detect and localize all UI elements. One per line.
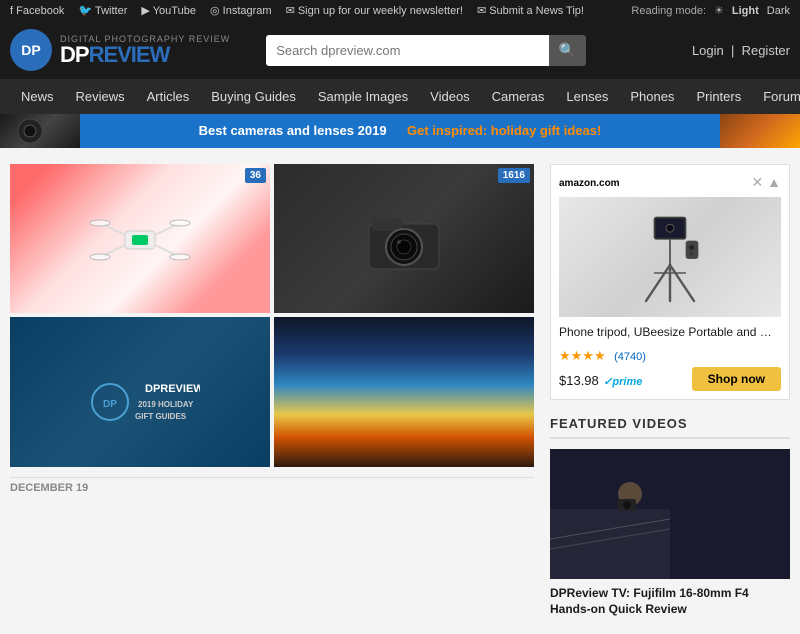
top-bar: f Facebook 🐦 Twitter ▶ YouTube ◎ Instagr… — [0, 0, 800, 21]
ad-price-area: $13.98 ✓prime — [559, 372, 642, 390]
comment-count-badge: 36 — [245, 168, 266, 183]
article-image-landscape — [274, 317, 534, 466]
news-tip-link[interactable]: ✉ Submit a News Tip! — [477, 4, 584, 17]
rating-count: (4740) — [614, 351, 646, 363]
banner-text-orange: Get inspired: holiday gift ideas! — [407, 123, 601, 138]
banner-image-right — [720, 114, 800, 148]
news-icon: ✉ — [477, 5, 486, 17]
ad-close-button[interactable]: ✕ ▲ — [752, 174, 781, 191]
article-image-drone: 36 — [10, 164, 270, 313]
youtube-icon: ▶ — [141, 5, 149, 17]
featured-video-thumbnail[interactable]: ▶ — [550, 449, 790, 579]
svg-text:2019 HOLIDAY: 2019 HOLIDAY — [138, 400, 194, 409]
nav-phones[interactable]: Phones — [619, 79, 685, 114]
twitter-link[interactable]: 🐦 Twitter — [78, 4, 127, 17]
dark-mode-button[interactable]: Dark — [767, 5, 790, 17]
logo-text: DIGITAL PHOTOGRAPHY REVIEW DPREVIEW — [60, 35, 230, 66]
promo-banner[interactable]: Best cameras and lenses 2019 Get inspire… — [0, 114, 800, 148]
reading-mode: Reading mode: ☀ Light Dark — [631, 4, 790, 17]
article-card[interactable]: 36 OPINION Gear of the Year 2019 – Dan's… — [10, 164, 270, 313]
amazon-ad: amazon.com ✕ ▲ — [550, 164, 790, 400]
nav-sample-images[interactable]: Sample Images — [307, 79, 419, 114]
login-link[interactable]: Login — [692, 43, 724, 58]
light-mode-button[interactable]: Light — [732, 5, 759, 17]
register-link[interactable]: Register — [742, 43, 790, 58]
nav-printers[interactable]: Printers — [685, 79, 752, 114]
nav-news[interactable]: News — [10, 79, 65, 114]
instagram-icon: ◎ — [210, 5, 220, 17]
ad-rating: ★★★★ (4740) — [559, 347, 781, 365]
youtube-link[interactable]: ▶ YouTube — [141, 4, 196, 17]
header-auth: Login | Register — [692, 43, 790, 58]
article-card[interactable]: DP DPREVIEW 2019 HOLIDAY GIFT GUIDES 201… — [10, 317, 270, 466]
date-label: DECEMBER 19 — [10, 477, 534, 498]
nav-buying-guides[interactable]: Buying Guides — [200, 79, 307, 114]
article-grid: 36 OPINION Gear of the Year 2019 – Dan's… — [10, 164, 534, 467]
reading-mode-label: Reading mode: — [631, 5, 706, 17]
nav-lenses[interactable]: Lenses — [555, 79, 619, 114]
main-nav: News Reviews Articles Buying Guides Samp… — [0, 79, 800, 114]
featured-videos-title: FEATURED VIDEOS — [550, 416, 790, 439]
sidebar: amazon.com ✕ ▲ — [550, 164, 790, 618]
svg-text:DPREVIEW: DPREVIEW — [145, 383, 200, 395]
article-section: 36 OPINION Gear of the Year 2019 – Dan's… — [10, 164, 534, 618]
email-icon: ✉ — [286, 5, 295, 17]
comment-count-badge: 1616 — [498, 168, 530, 183]
article-image-camera: 1616 — [274, 164, 534, 313]
article-card[interactable]: 1616 CAMERA REVIEW Nikon Z50 review: Cap… — [274, 164, 534, 313]
logo-title: DPREVIEW — [60, 44, 230, 66]
shop-now-button[interactable]: Shop now — [692, 367, 781, 391]
nav-videos[interactable]: Videos — [419, 79, 481, 114]
facebook-link[interactable]: f Facebook — [10, 5, 64, 17]
article-card[interactable]: BUYING GUIDES The best cameras lenses an… — [274, 317, 534, 466]
logo[interactable]: DP DIGITAL PHOTOGRAPHY REVIEW DPREVIEW — [10, 29, 230, 71]
ad-product-title: Phone tripod, UBeesize Portable and … — [559, 325, 781, 341]
prime-badge: ✓prime — [603, 376, 642, 388]
twitter-icon: 🐦 — [78, 5, 92, 17]
main-content: 36 OPINION Gear of the Year 2019 – Dan's… — [0, 148, 800, 634]
svg-text:GIFT GUIDES: GIFT GUIDES — [135, 412, 187, 421]
top-bar-links: f Facebook 🐦 Twitter ▶ YouTube ◎ Instagr… — [10, 4, 584, 17]
header: DP DIGITAL PHOTOGRAPHY REVIEW DPREVIEW 🔍… — [0, 21, 800, 79]
search-button[interactable]: 🔍 — [549, 35, 586, 66]
newsletter-link[interactable]: ✉ Sign up for our weekly newsletter! — [286, 4, 463, 17]
facebook-icon: f — [10, 5, 13, 17]
search-input[interactable] — [266, 35, 549, 66]
ad-header: amazon.com ✕ ▲ — [559, 173, 781, 191]
logo-icon: DP — [10, 29, 52, 71]
banner-text-blue: Best cameras and lenses 2019 — [199, 123, 387, 138]
banner-text-area: Best cameras and lenses 2019 Get inspire… — [80, 122, 720, 140]
search-area: 🔍 — [266, 35, 586, 66]
sun-icon: ☀ — [714, 4, 724, 17]
video-title: DPReview TV: Fujifilm 16-80mm F4 Hands-o… — [550, 585, 790, 619]
article-image-gift: DP DPREVIEW 2019 HOLIDAY GIFT GUIDES — [10, 317, 270, 466]
featured-videos-section: FEATURED VIDEOS ▶ DPReview TV: Fu — [550, 416, 790, 619]
nav-articles[interactable]: Articles — [136, 79, 201, 114]
ad-product-image — [559, 197, 781, 317]
svg-text:DP: DP — [103, 399, 117, 410]
nav-reviews[interactable]: Reviews — [65, 79, 136, 114]
banner-image-left — [0, 114, 80, 148]
ad-price: $13.98 — [559, 373, 599, 388]
nav-forums[interactable]: Forums — [752, 79, 800, 114]
star-rating: ★★★★ — [559, 348, 606, 363]
instagram-link[interactable]: ◎ Instagram — [210, 4, 272, 17]
nav-cameras[interactable]: Cameras — [481, 79, 556, 114]
amazon-logo: amazon.com — [559, 173, 620, 191]
